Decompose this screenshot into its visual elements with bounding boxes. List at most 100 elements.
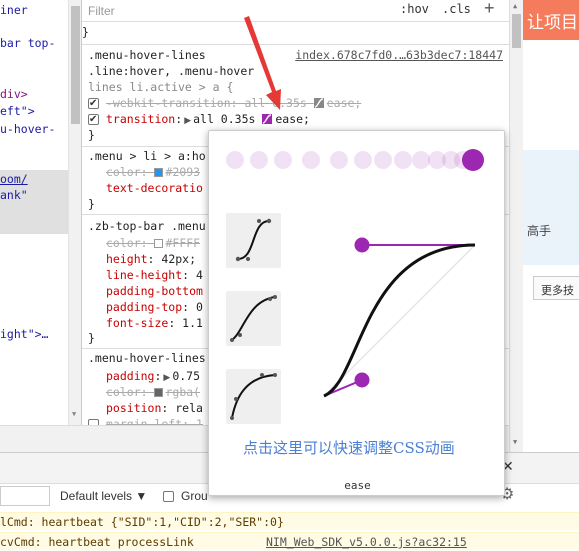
group-similar-checkbox[interactable] xyxy=(163,491,174,502)
prop-value[interactable]: all 0.35s xyxy=(244,96,306,110)
easing-editor-icon[interactable] xyxy=(313,98,324,108)
scroll-up-icon[interactable]: ▲ xyxy=(513,2,517,10)
decl-text: color: rgba( xyxy=(106,385,201,399)
prop-value[interactable]: 0 xyxy=(196,300,203,314)
easing-preset-ease-in-out[interactable] xyxy=(226,213,281,268)
bezier-curve-canvas[interactable] xyxy=(317,231,487,401)
prop-name[interactable]: color xyxy=(106,165,141,179)
preview-dot xyxy=(274,151,292,169)
dom-line[interactable]: u-hover- xyxy=(0,121,55,137)
preview-dot xyxy=(374,151,392,169)
prop-name[interactable]: position xyxy=(106,401,161,415)
prop-name[interactable]: font-size xyxy=(106,316,168,330)
prop-value[interactable]: 0.75 xyxy=(172,369,200,383)
prop-value[interactable]: #2093 xyxy=(165,165,200,179)
prop-name[interactable]: padding-bottom xyxy=(106,284,203,298)
group-similar-label: Grou xyxy=(181,489,208,503)
preview-dot xyxy=(250,151,268,169)
dom-line[interactable]: ank" xyxy=(0,187,28,203)
dom-line[interactable]: eft"> xyxy=(0,103,35,119)
selector-text[interactable]: .zb-top-bar .menu xyxy=(88,219,206,233)
selector-text: .line:hover, .menu-hover xyxy=(88,64,255,78)
selector-text[interactable]: .menu-hover-lines xyxy=(88,48,206,62)
prop-value[interactable]: 1 xyxy=(196,417,203,425)
new-rule-button[interactable]: + xyxy=(484,0,495,19)
dom-line[interactable]: ight">… xyxy=(0,326,48,342)
control-point-2-handle[interactable] xyxy=(354,237,370,253)
preview-dot xyxy=(354,151,372,169)
color-swatch[interactable] xyxy=(154,168,164,177)
prop-name[interactable]: height xyxy=(106,252,148,266)
dom-line[interactable]: bar top- xyxy=(0,35,55,51)
prop-value[interactable]: #FFFF xyxy=(165,236,200,250)
decl-text: -webkit-transition: all 0.35s ease; xyxy=(106,96,362,110)
rule1-source-link[interactable]: index.678c7fd0.…63b3dec7:18447 xyxy=(295,47,503,63)
decl-text: margin-left: 1 xyxy=(106,416,203,425)
log-source-link[interactable]: NIM_Web_SDK_v5.0.0.js?ac32:15 xyxy=(266,533,467,551)
selector-text[interactable]: .menu-hover-lines xyxy=(88,351,206,365)
styles-scrollbar[interactable]: ▲ ▼ xyxy=(509,0,523,452)
prop-name[interactable]: margin-left xyxy=(106,417,182,425)
prop-name[interactable]: color xyxy=(106,385,141,399)
console-filter-input[interactable] xyxy=(0,486,50,506)
dom-scroll-thumb[interactable] xyxy=(71,6,80,124)
hov-toggle[interactable]: :hov xyxy=(400,2,429,16)
easing-preset-ease-out[interactable] xyxy=(226,369,281,424)
rule-divider xyxy=(82,44,509,45)
color-swatch[interactable] xyxy=(154,388,164,397)
prop-name[interactable]: padding-top xyxy=(106,300,182,314)
decl-text: color: #2093 xyxy=(106,165,201,179)
prop-value[interactable]: all 0.35s xyxy=(193,112,255,126)
selector-text: lines li.active > a { xyxy=(88,80,234,94)
easing-hint-text: 点击这里可以快速调整CSS动画 xyxy=(243,439,455,457)
dom-line-link[interactable]: oom/ xyxy=(0,171,28,187)
prop-name[interactable]: transition xyxy=(106,112,175,126)
prop-value[interactable]: 1.1 xyxy=(182,316,203,330)
rule1-decl1: -webkit-transition: all 0.35s ease; xyxy=(82,95,509,112)
prop-value-ease[interactable]: ease; xyxy=(275,112,310,126)
dom-scrollbar[interactable]: ▼ xyxy=(68,0,82,425)
prop-name[interactable]: line-height xyxy=(106,268,182,282)
rule1-selector-c: lines li.active > a { xyxy=(88,79,509,95)
easing-editor-icon[interactable] xyxy=(262,114,273,124)
more-button-label[interactable]: 更多技 xyxy=(541,282,574,298)
scroll-down-icon[interactable]: ▼ xyxy=(513,438,517,446)
prop-value[interactable]: 4 xyxy=(196,268,203,282)
prop-name[interactable]: color xyxy=(106,236,141,250)
selector-text[interactable]: .menu > li > a:ho xyxy=(88,149,206,163)
console-log-row: lCmd: heartbeat {"SID":1,"CID":2,"SER":0… xyxy=(0,512,579,530)
decl-checkbox[interactable] xyxy=(88,112,99,128)
ease-out-icon xyxy=(230,373,277,420)
dom-line[interactable]: div> xyxy=(0,86,28,102)
styles-filter-input[interactable] xyxy=(88,2,388,20)
cls-toggle[interactable]: .cls xyxy=(442,2,471,16)
prop-name[interactable]: padding xyxy=(106,369,154,383)
color-swatch[interactable] xyxy=(154,239,164,248)
decl-text: color: #FFFF xyxy=(106,236,201,250)
prop-value-ease[interactable]: ease; xyxy=(327,96,362,110)
prop-value[interactable]: 42px; xyxy=(161,252,196,266)
dom-tree-panel: iner bar top- div> eft"> u-hover- oom/ a… xyxy=(0,0,68,425)
easing-preset-ease[interactable] xyxy=(226,291,281,346)
prop-name[interactable]: -webkit-transition xyxy=(106,96,231,110)
styles-filter-bar: :hov .cls + xyxy=(82,0,509,22)
dom-line[interactable]: iner xyxy=(0,2,28,18)
preview-dot xyxy=(302,151,320,169)
preview-dot xyxy=(226,151,244,169)
webpage-preview: 让项目 高手 更多技 xyxy=(523,0,579,452)
prop-name[interactable]: text-decoratio xyxy=(106,181,203,195)
preview-dot-active xyxy=(462,149,484,171)
decl-checkbox[interactable] xyxy=(88,96,99,112)
scroll-down-icon[interactable]: ▼ xyxy=(72,410,76,418)
prop-value[interactable]: rela xyxy=(175,401,203,415)
control-point-1-handle[interactable] xyxy=(354,372,370,388)
log-levels-dropdown[interactable]: Default levels ▼ xyxy=(60,489,147,503)
prop-value[interactable]: rgba( xyxy=(165,385,200,399)
page-text: 高手 xyxy=(527,224,552,238)
easing-preview-track[interactable] xyxy=(223,147,491,173)
styles-scroll-thumb[interactable] xyxy=(512,14,521,48)
rule1-decl2: transition:▶all 0.35s ease; xyxy=(82,111,509,128)
log-message: lCmd: heartbeat {"SID":1,"CID":2,"SER":0… xyxy=(0,515,284,529)
ease-icon xyxy=(230,295,277,342)
preview-dot xyxy=(330,151,348,169)
